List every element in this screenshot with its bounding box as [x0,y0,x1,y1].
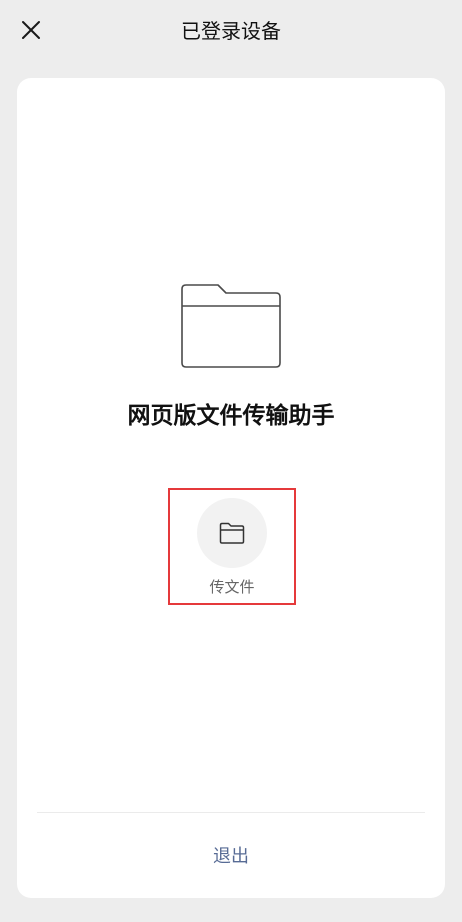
page-title: 已登录设备 [181,19,281,43]
header: 已登录设备 [0,0,462,62]
logout-button[interactable]: 退出 [17,844,445,870]
device-name: 网页版文件传输助手 [127,403,335,429]
send-file-label: 传文件 [209,578,255,596]
divider [37,812,425,813]
folder-icon [219,522,245,544]
send-file-button[interactable] [197,498,267,568]
folder-icon [181,284,281,368]
device-card: 网页版文件传输助手 传文件 退出 [17,78,445,898]
send-file-action[interactable]: 传文件 [168,488,296,605]
